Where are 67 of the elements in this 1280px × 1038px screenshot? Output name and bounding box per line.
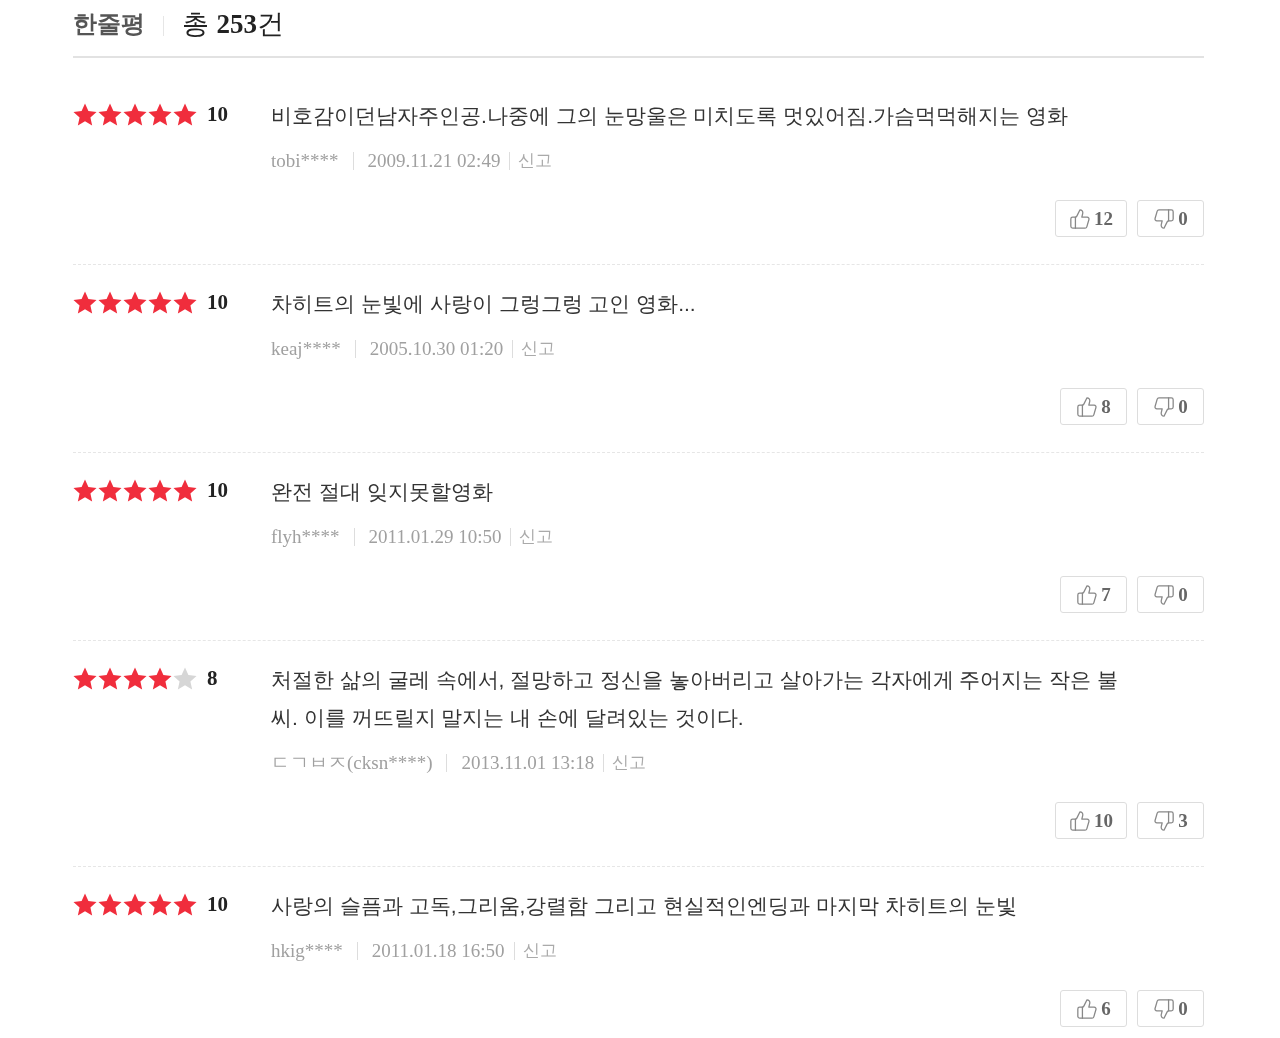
thumbs-down-icon — [1153, 997, 1176, 1020]
rating-score: 10 — [207, 289, 228, 316]
star-icon — [98, 290, 122, 314]
section-title: 한줄평 — [73, 9, 145, 39]
dislike-button[interactable]: 0 — [1137, 576, 1204, 613]
star-icon — [173, 290, 197, 314]
dislike-button[interactable]: 0 — [1137, 200, 1204, 237]
star-icon — [173, 666, 197, 690]
star-icon — [123, 290, 147, 314]
dislike-button[interactable]: 0 — [1137, 990, 1204, 1027]
star-icon — [123, 892, 147, 916]
star-icon — [123, 478, 147, 502]
like-button[interactable]: 7 — [1060, 576, 1127, 613]
star-icon — [123, 102, 147, 126]
thumbs-down-icon — [1153, 395, 1176, 418]
review-count: 총 253건 — [182, 8, 284, 41]
star-icon — [98, 102, 122, 126]
star-icon — [173, 478, 197, 502]
review-text: 완전 절대 잊지못할영화 — [271, 479, 494, 505]
review-date: 2009.11.21 02:49 — [367, 149, 501, 173]
star-icon — [148, 666, 172, 690]
star-icon — [148, 290, 172, 314]
star-icon — [173, 892, 197, 916]
dislike-button[interactable]: 3 — [1137, 802, 1204, 839]
rating-score: 10 — [207, 477, 228, 504]
author-name: hkig**** — [271, 939, 343, 963]
star-icon — [73, 666, 97, 690]
star-icon — [73, 478, 97, 502]
author-name: keaj**** — [271, 337, 341, 361]
review-date: 2011.01.29 10:50 — [368, 525, 502, 549]
review-date: 2013.11.01 13:18 — [461, 751, 595, 775]
review-text: 사랑의 슬픔과 고독,그리움,강렬함 그리고 현실적인엔딩과 마지막 차히트의 눈빛 — [271, 893, 1018, 919]
star-icon — [148, 892, 172, 916]
author-name: tobi**** — [271, 149, 339, 173]
star-icon — [173, 102, 197, 126]
like-button[interactable]: 10 — [1055, 802, 1127, 839]
like-button[interactable]: 8 — [1060, 388, 1127, 425]
rating-score: 8 — [207, 665, 218, 692]
thumbs-up-icon — [1069, 207, 1091, 230]
star-icon — [123, 666, 147, 690]
rating-score: 10 — [207, 891, 228, 918]
thumbs-down-icon — [1153, 809, 1176, 832]
like-button[interactable]: 12 — [1055, 200, 1127, 237]
star-icon — [148, 478, 172, 502]
star-icon — [98, 666, 122, 690]
author-name: ㄷㄱㅂㅈ(cksn****) — [271, 751, 433, 775]
thumbs-down-icon — [1153, 207, 1176, 230]
thumbs-up-icon — [1069, 809, 1091, 832]
review-date: 2011.01.18 16:50 — [371, 939, 505, 963]
star-icon — [148, 102, 172, 126]
review-text: 처절한 삶의 굴레 속에서, 절망하고 정신을 놓아버리고 살아가는 각자에게 주어지는 작은 불씨. 이를 꺼뜨릴지 말지는 내 손에 달려있는 것이다. — [271, 667, 1119, 731]
star-icon — [73, 102, 97, 126]
thumbs-up-icon — [1076, 997, 1099, 1020]
like-button[interactable]: 6 — [1060, 990, 1127, 1027]
author-name: flyh**** — [271, 525, 340, 549]
review-date: 2005.10.30 01:20 — [369, 337, 504, 361]
thumbs-down-icon — [1153, 583, 1176, 606]
review-text: 차히트의 눈빛에 사랑이 그렁그렁 고인 영화... — [271, 291, 697, 317]
review-text: 비호감이던남자주인공.나중에 그의 눈망울은 미치도록 멋있어짐.가슴먹먹해지는 영화 — [271, 103, 1069, 129]
dislike-button[interactable]: 0 — [1137, 388, 1204, 425]
star-icon — [98, 892, 122, 916]
rating-score: 10 — [207, 101, 228, 128]
star-icon — [98, 478, 122, 502]
star-icon — [73, 892, 97, 916]
star-icon — [73, 290, 97, 314]
thumbs-up-icon — [1076, 395, 1099, 418]
thumbs-up-icon — [1076, 583, 1099, 606]
